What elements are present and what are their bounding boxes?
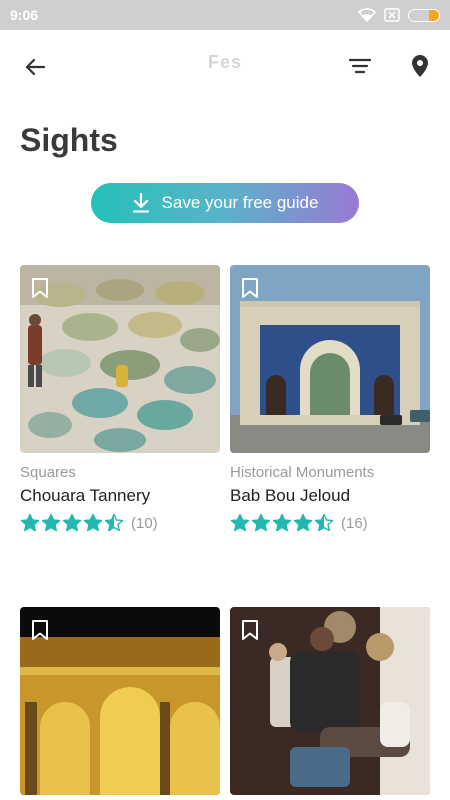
star-icon — [41, 513, 61, 532]
battery-fill — [428, 9, 439, 21]
map-pin-icon — [412, 55, 428, 77]
sight-card-3[interactable] — [20, 607, 220, 795]
status-icons — [358, 8, 440, 22]
star-icon — [230, 513, 250, 532]
battery-icon — [408, 8, 440, 22]
toolbar: Fes — [0, 30, 450, 102]
star-icon — [20, 513, 40, 532]
bookmark-icon[interactable] — [241, 619, 259, 641]
market-image — [230, 607, 430, 795]
filter-icon — [349, 58, 371, 74]
sight-rating: (10) — [20, 513, 220, 533]
star-icon — [104, 513, 124, 532]
filter-button[interactable] — [344, 50, 376, 82]
page-title: Sights — [20, 122, 118, 158]
star-icon — [83, 513, 103, 532]
sight-image — [20, 265, 220, 453]
rating-stars — [230, 513, 334, 533]
wifi-icon — [358, 8, 376, 22]
status-time: 9:06 — [10, 7, 39, 23]
sight-rating: (16) — [230, 513, 430, 533]
save-guide-button[interactable]: Save your free guide — [91, 183, 359, 223]
sight-image — [230, 607, 430, 795]
star-icon — [314, 513, 334, 532]
sight-category: Historical Monuments — [230, 464, 375, 481]
download-icon — [132, 193, 149, 213]
sight-card-4[interactable] — [230, 607, 430, 795]
rating-count: (16) — [341, 514, 368, 532]
star-icon — [293, 513, 313, 532]
sight-name: Bab Bou Jeloud — [230, 486, 351, 505]
brand-title: Fes — [207, 52, 243, 72]
sight-name: Chouara Tannery — [20, 486, 151, 505]
sim-off-icon — [384, 8, 400, 22]
save-guide-label: Save your free guide — [161, 193, 319, 212]
bookmark-icon[interactable] — [241, 277, 259, 299]
sight-card-bab-bou-jeloud[interactable]: Historical Monuments Bab Bou Jeloud (16) — [230, 265, 430, 533]
star-icon — [251, 513, 271, 532]
sight-image — [20, 607, 220, 795]
palace-image — [20, 607, 220, 795]
status-bar: 9:06 — [0, 0, 450, 30]
sight-category: Squares — [20, 464, 76, 481]
rating-stars — [20, 513, 124, 533]
sight-card-chouara-tannery[interactable]: Squares Chouara Tannery (10) — [20, 265, 220, 533]
bookmark-icon[interactable] — [31, 619, 49, 641]
rating-count: (10) — [131, 514, 158, 532]
map-button[interactable] — [404, 50, 436, 82]
star-icon — [62, 513, 82, 532]
bookmark-icon[interactable] — [31, 277, 49, 299]
tannery-image — [20, 265, 220, 453]
star-icon — [272, 513, 292, 532]
sight-image — [230, 265, 430, 453]
gate-image — [230, 265, 430, 453]
